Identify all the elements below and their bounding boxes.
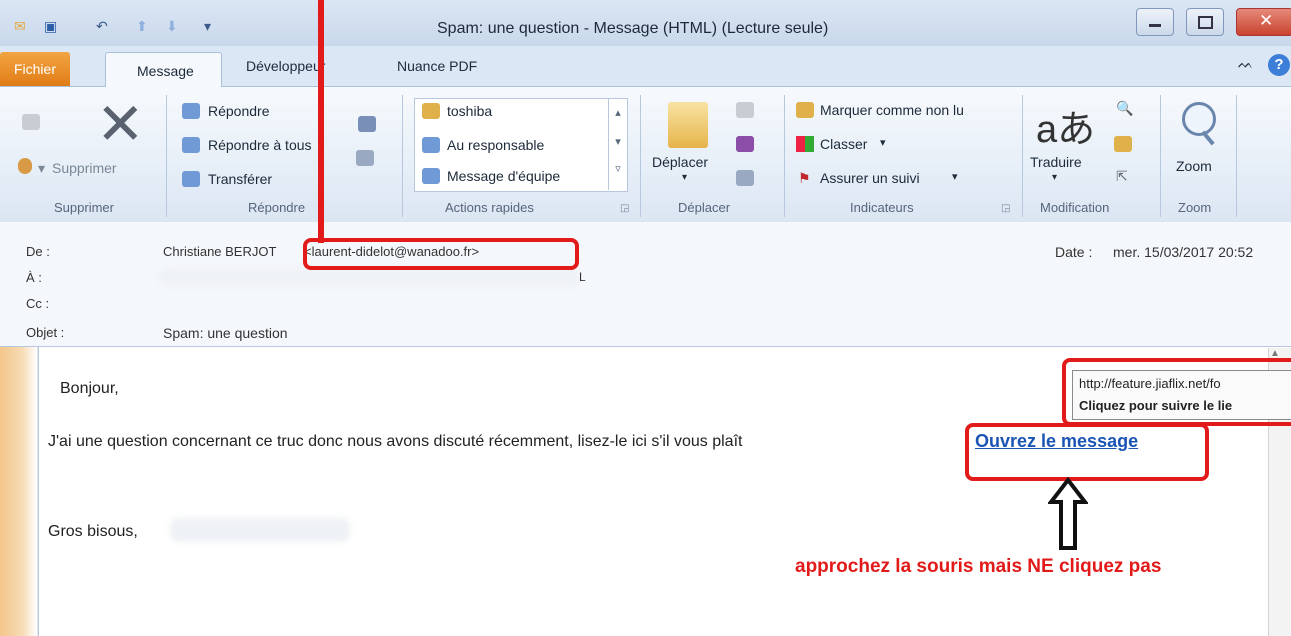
group-separator [1160, 95, 1161, 217]
close-button[interactable]: ✕ [1236, 8, 1291, 36]
quick-step-toshiba[interactable]: toshiba [447, 103, 492, 119]
group-separator [1236, 95, 1237, 217]
annotation-line [318, 0, 324, 243]
categorize-dropdown-icon[interactable]: ▾ [880, 136, 886, 149]
group-separator [784, 95, 785, 217]
tab-nuance-pdf[interactable]: Nuance PDF [397, 58, 477, 74]
group-label-modification: Modification [1040, 200, 1110, 215]
supprimer-button[interactable]: Supprimer [52, 160, 117, 176]
undo-icon[interactable]: ↶ [96, 18, 108, 35]
dialog-launcher-icon[interactable]: ◲ [1001, 203, 1010, 214]
delete-x-icon[interactable]: ✕ [96, 96, 145, 154]
tab-developpeur[interactable]: Développeur [246, 58, 325, 74]
message-line: J'ai une question concernant ce truc don… [48, 433, 743, 450]
group-label-repondre: Répondre [248, 200, 306, 215]
move-button[interactable]: Déplacer [652, 154, 708, 170]
flag-icon: ⚑ [798, 170, 811, 186]
junk-icon[interactable] [18, 158, 32, 174]
annotation-box-tooltip [1062, 358, 1291, 426]
tab-message[interactable]: Message [105, 52, 222, 88]
qat-customize-icon[interactable]: ▾ [204, 18, 211, 35]
closing-text: Gros bisous, [48, 523, 138, 540]
move-dropdown-icon[interactable]: ▾ [682, 172, 687, 183]
group-separator [640, 95, 641, 217]
redacted-signature [170, 518, 350, 542]
categorize-icon [796, 136, 814, 152]
follow-up-dropdown-icon[interactable]: ▾ [952, 170, 958, 183]
ignore-icon[interactable] [22, 114, 40, 130]
manager-step-icon [422, 137, 440, 153]
onenote-icon[interactable] [736, 136, 754, 152]
group-separator [166, 95, 167, 217]
minimize-button[interactable] [1136, 8, 1174, 36]
subject-value: Spam: une question [163, 325, 288, 341]
date-value: mer. 15/03/2017 20:52 [1113, 244, 1254, 260]
annotation-text: approchez la souris mais NE cliquez pas [795, 556, 1162, 577]
toshiba-step-icon [422, 103, 440, 119]
forward-icon [182, 171, 200, 187]
reply-button[interactable]: Répondre [208, 103, 270, 119]
follow-up-button[interactable]: Assurer un suivi [820, 170, 920, 186]
translate-button[interactable]: Traduire [1030, 154, 1082, 170]
tab-message-label: Message [137, 63, 194, 79]
group-label-indicateurs: Indicateurs [850, 200, 914, 215]
title-bar: ✉ ▣ ↶ ⬆ ⬇ ▾ Spam: une question - Message… [0, 0, 1291, 46]
outlook-message-window: ✉ ▣ ↶ ⬆ ⬇ ▾ Spam: une question - Message… [0, 0, 1291, 636]
up-arrow-icon[interactable]: ⬆ [136, 18, 148, 35]
reply-all-icon [182, 137, 200, 153]
find-icon[interactable]: 🔍 [1116, 100, 1133, 117]
annotation-box-sender [303, 238, 579, 270]
annotation-box-link [965, 423, 1209, 481]
text-cursor: L [579, 270, 586, 284]
sender-name[interactable]: Christiane BERJOT [163, 244, 276, 259]
greeting-text: Bonjour, [60, 380, 119, 397]
up-arrow-icon [1048, 476, 1088, 550]
date-label: Date : [1055, 244, 1093, 260]
help-icon[interactable]: ? [1268, 54, 1290, 76]
reply-icon [182, 103, 200, 119]
redacted-recipients [160, 268, 580, 286]
cc-label: Cc : [26, 296, 50, 311]
from-label: De : [26, 244, 50, 259]
maximize-button[interactable] [1186, 8, 1224, 36]
mark-unread-icon [796, 102, 814, 118]
left-decoration [0, 347, 37, 636]
mail-icon: ✉ [14, 18, 26, 34]
more-respond-icon[interactable] [356, 150, 374, 166]
actions-icon[interactable] [736, 170, 754, 186]
ribbon-minimize-icon[interactable]: ᨓ [1238, 56, 1254, 72]
reply-all-button[interactable]: Répondre à tous [208, 137, 312, 153]
zoom-icon[interactable] [1182, 102, 1216, 136]
move-folder-icon[interactable] [668, 102, 708, 148]
select-icon[interactable]: ⇱ [1116, 168, 1128, 185]
quick-step-au-responsable[interactable]: Au responsable [447, 137, 544, 153]
save-icon[interactable]: ▣ [44, 18, 57, 35]
to-label: À : [26, 270, 42, 285]
translate-dropdown-icon[interactable]: ▾ [1052, 172, 1057, 183]
categorize-button[interactable]: Classer [820, 136, 867, 152]
group-separator [1022, 95, 1023, 217]
translate-icon[interactable]: aあ [1036, 98, 1095, 153]
quick-step-message-equipe[interactable]: Message d'équipe [447, 168, 560, 184]
group-label-actions-rapides: Actions rapides [445, 200, 534, 215]
tab-fichier[interactable]: Fichier [0, 52, 70, 86]
delete-dropdown[interactable]: ▾ [38, 160, 45, 177]
down-arrow-icon[interactable]: ⬇ [166, 18, 178, 35]
quick-steps-scroll[interactable]: ▴ ▾ ▿ [608, 98, 627, 190]
team-email-icon [422, 168, 440, 184]
dialog-launcher-icon[interactable]: ◲ [620, 203, 629, 214]
group-label-deplacer: Déplacer [678, 200, 731, 215]
group-separator [402, 95, 403, 217]
rules-icon[interactable] [736, 102, 754, 118]
close-icon: ✕ [1259, 11, 1274, 30]
meeting-icon[interactable] [358, 116, 376, 132]
subject-label: Objet : [26, 325, 65, 340]
mark-unread-button[interactable]: Marquer comme non lu [820, 102, 964, 118]
related-icon[interactable] [1114, 136, 1132, 152]
group-label-zoom: Zoom [1178, 200, 1212, 215]
zoom-button[interactable]: Zoom [1176, 158, 1212, 174]
forward-button[interactable]: Transférer [208, 171, 272, 187]
window-title: Spam: une question - Message (HTML) (Lec… [437, 20, 829, 37]
group-label-supprimer: Supprimer [54, 200, 114, 215]
